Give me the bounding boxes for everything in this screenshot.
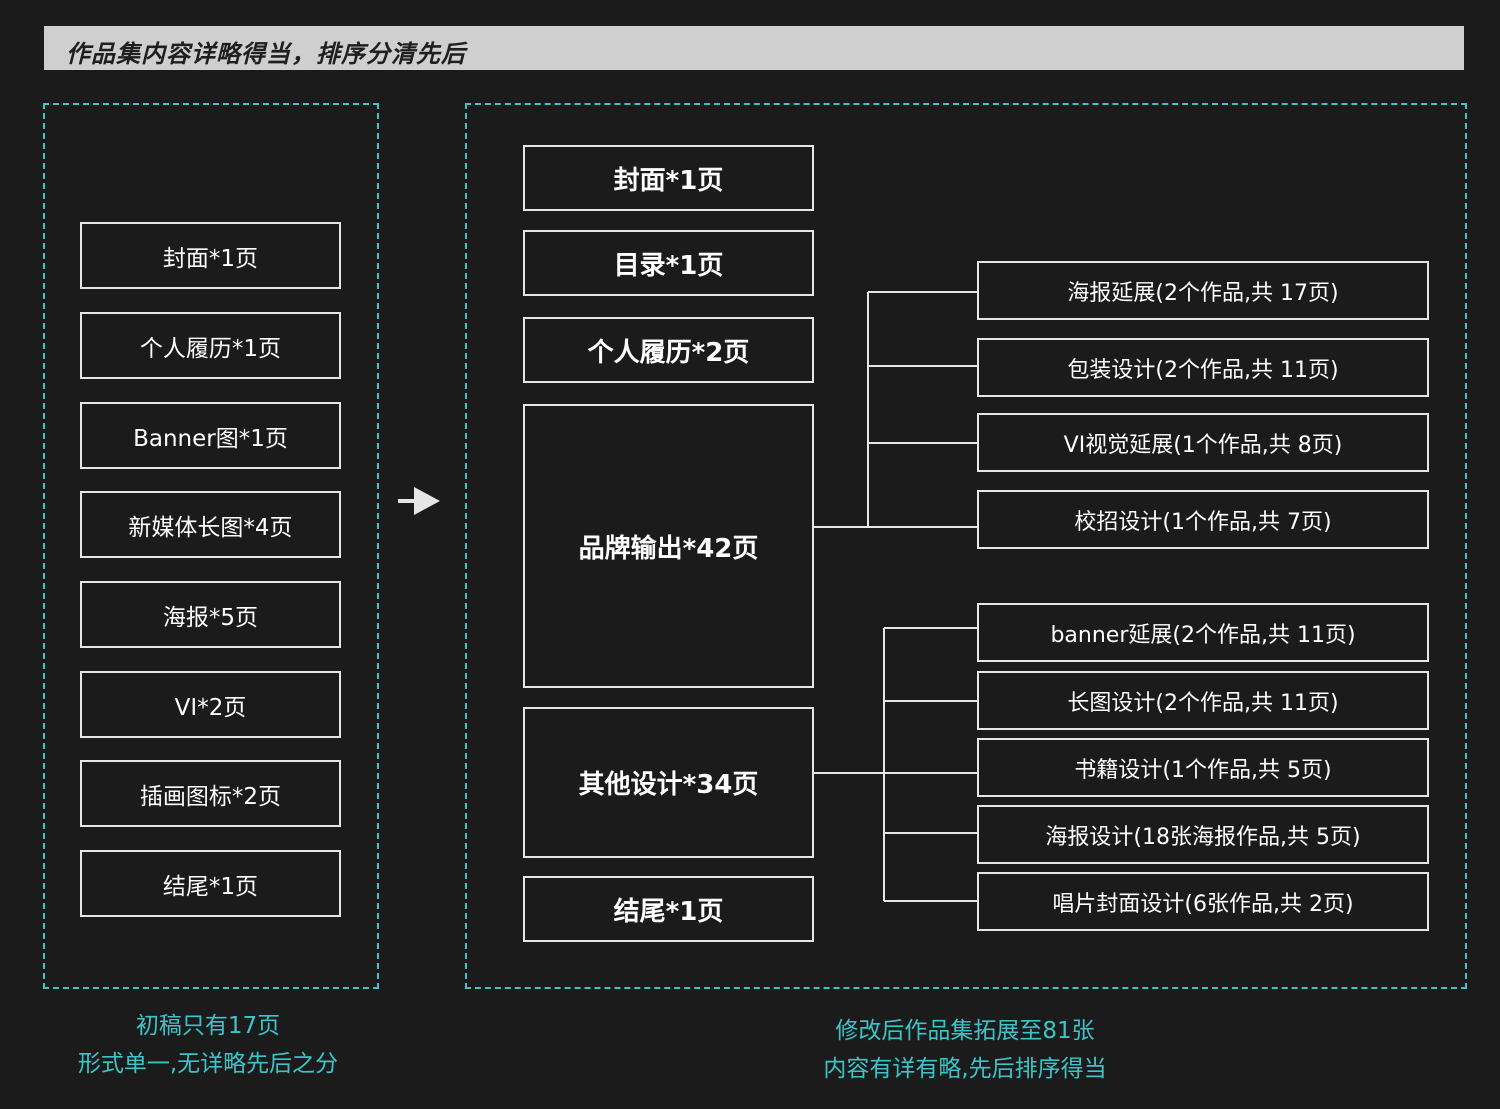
other-child-banner: banner延展(2个作品,共 11页) <box>977 603 1429 662</box>
other-child-long-image: 长图设计(2个作品,共 11页) <box>977 671 1429 730</box>
brand-child-campus-recruit: 校招设计(1个作品,共 7页) <box>977 490 1429 549</box>
brand-child-packaging: 包装设计(2个作品,共 11页) <box>977 338 1429 397</box>
brand-child-vi-extension: VI视觉延展(1个作品,共 8页) <box>977 413 1429 472</box>
other-child-book: 书籍设计(1个作品,共 5页) <box>977 738 1429 797</box>
other-child-poster: 海报设计(18张海报作品,共 5页) <box>977 805 1429 864</box>
before-caption-line-2: 形式单一,无详略先后之分 <box>77 1051 339 1077</box>
after-caption-line-2: 内容有详有略,先后排序得当 <box>823 1056 1107 1082</box>
brand-child-poster-extension: 海报延展(2个作品,共 17页) <box>977 261 1429 320</box>
before-caption: 初稿只有17页 形式单一,无详略先后之分 <box>43 1007 373 1083</box>
after-caption-line-1: 修改后作品集拓展至81张 <box>835 1018 1095 1044</box>
connector-lines <box>814 291 977 902</box>
other-child-album-cover: 唱片封面设计(6张作品,共 2页) <box>977 872 1429 931</box>
before-caption-line-1: 初稿只有17页 <box>135 1013 281 1039</box>
after-caption: 修改后作品集拓展至81张 内容有详有略,先后排序得当 <box>700 1012 1230 1088</box>
